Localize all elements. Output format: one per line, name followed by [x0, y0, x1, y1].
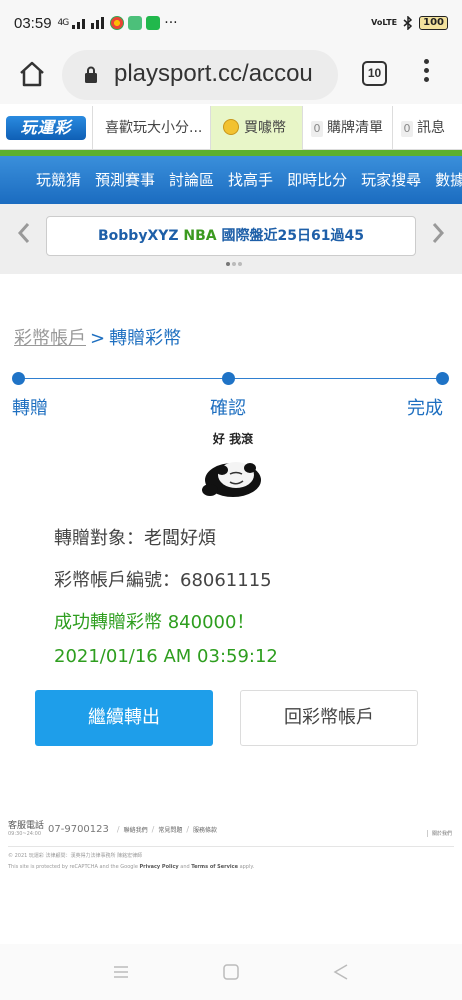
chevron-right-icon[interactable] [426, 218, 450, 248]
step-dot-transfer [12, 372, 25, 385]
chrome-icon [110, 16, 125, 30]
messages-link[interactable]: 0 訊息 [392, 106, 462, 150]
step-label-confirm: 確認 [210, 398, 246, 419]
nav-item-guess[interactable]: 玩競猜 [36, 156, 81, 204]
ticker-text: 國際盤近25日61過45 [221, 228, 364, 244]
more-notifications: ··· [164, 15, 178, 31]
ticker-message[interactable]: BobbyXYZ NBA 國際盤近25日61過45 [46, 216, 416, 256]
volte-icon: VoLTE [371, 18, 398, 27]
messages-count: 0 [401, 121, 413, 137]
signal-icon [72, 17, 105, 29]
site-header: 玩運彩 喜歡玩大小分... 買噱幣 0 購牌清單 0 訊息 [0, 106, 462, 150]
nav-item-predict[interactable]: 預測賽事 [95, 156, 155, 204]
buy-coins-label: 買噱幣 [244, 120, 286, 136]
bluetooth-icon [403, 16, 413, 30]
app-icon [128, 16, 143, 30]
step-label-transfer: 轉贈 [12, 398, 48, 419]
android-nav-bar [0, 944, 462, 1000]
nav-item-forum[interactable]: 討論區 [169, 156, 214, 204]
user-menu[interactable]: 喜歡玩大小分... [92, 106, 210, 150]
ticker-user: BobbyXYZ [98, 228, 179, 244]
hotline-phone[interactable]: 07-9700123 [48, 824, 109, 835]
chevron-left-icon[interactable] [12, 218, 36, 248]
success-message: 成功轉贈彩幣 840000！ [54, 612, 255, 633]
status-bar: 03:59 4G ··· VoLTE 100 [0, 0, 462, 46]
home-icon[interactable] [18, 60, 46, 88]
nav-item-live-score[interactable]: 即時比分 [287, 156, 347, 204]
step-dot-confirm [222, 372, 235, 385]
ticker-dot [226, 262, 230, 266]
browser-menu-icon[interactable] [420, 59, 432, 89]
footer-recaptcha-notice: This site is protected by reCAPTCHA and … [8, 864, 255, 870]
breadcrumb-separator: > [90, 328, 106, 349]
recent-apps-icon[interactable] [111, 962, 131, 982]
nav-item-player-search[interactable]: 玩家搜尋 [361, 156, 421, 204]
breadcrumb: 彩幣帳戶 > 轉贈彩幣 [14, 324, 181, 350]
cart-link[interactable]: 0 購牌清單 [302, 106, 392, 150]
cart-count: 0 [311, 121, 323, 137]
line-icon [146, 16, 161, 30]
buy-coins-button[interactable]: 買噱幣 [210, 106, 302, 150]
browser-toolbar: playsport.cc/accou 10 [0, 46, 462, 104]
recipient-text: 轉贈對象：老闆好煩 [54, 528, 216, 549]
panda-meme-icon [202, 462, 261, 497]
main-nav: 玩競猜 預測賽事 討論區 找高手 即時比分 玩家搜尋 數據 [0, 156, 462, 204]
cart-label: 購牌清單 [327, 120, 383, 136]
footer-main: 客服電話 09:30~24:00 07-9700123 / 聯絡我們 / 常見問題… [8, 821, 218, 838]
ticker-bar: BobbyXYZ NBA 國際盤近25日61過45 [0, 204, 462, 274]
ticker-dot [238, 262, 242, 266]
breadcrumb-parent[interactable]: 彩幣帳戶 [14, 328, 86, 349]
footer-divider [8, 846, 454, 847]
battery-icon: 100 [419, 16, 448, 30]
coin-icon [223, 119, 239, 135]
tab-switcher-button[interactable]: 10 [362, 61, 387, 86]
terms-of-service-link[interactable]: Terms of Service [191, 864, 238, 870]
transfer-timestamp: 2021/01/16 AM 03:59:12 [54, 646, 278, 667]
ticker-league: NBA [183, 228, 217, 244]
ticker-pagination [226, 262, 242, 266]
nav-item-data[interactable]: 數據 [435, 156, 462, 204]
footer-link-about[interactable]: 關於我們 [426, 830, 452, 837]
status-time: 03:59 [14, 14, 52, 32]
network-label: 4G [57, 18, 70, 28]
footer-link-terms[interactable]: 服務條款 [193, 825, 217, 834]
url-text: playsport.cc/accou [114, 60, 313, 87]
back-to-account-button[interactable]: 回彩幣帳戶 [240, 690, 418, 746]
breadcrumb-current: 轉贈彩幣 [109, 328, 182, 349]
messages-label: 訊息 [417, 120, 445, 136]
footer-copyright: © 2021 玩運彩 法律顧問：漢英得力法律事務所 陳銘宏律師 [8, 853, 143, 859]
panda-sticker: 好 我滾 [198, 430, 268, 502]
step-label-complete: 完成 [407, 398, 443, 419]
account-number-text: 彩幣帳戶編號：68061115 [54, 570, 272, 591]
address-bar[interactable]: playsport.cc/accou [62, 50, 338, 100]
lock-icon [85, 66, 97, 83]
continue-transfer-button[interactable]: 繼續轉出 [35, 690, 213, 746]
nav-item-experts[interactable]: 找高手 [228, 156, 273, 204]
hotline-label: 客服電話 09:30~24:00 [8, 821, 45, 838]
privacy-policy-link[interactable]: Privacy Policy [139, 864, 178, 870]
site-logo[interactable]: 玩運彩 [6, 116, 86, 140]
home-nav-icon[interactable] [221, 962, 241, 982]
ticker-dot [232, 262, 236, 266]
back-nav-icon[interactable] [331, 962, 351, 982]
step-dot-complete [436, 372, 449, 385]
footer-link-faq[interactable]: 常見問題 [158, 825, 182, 834]
footer-link-contact[interactable]: 聯絡我們 [124, 825, 148, 834]
hotline-hours: 09:30~24:00 [8, 831, 42, 837]
